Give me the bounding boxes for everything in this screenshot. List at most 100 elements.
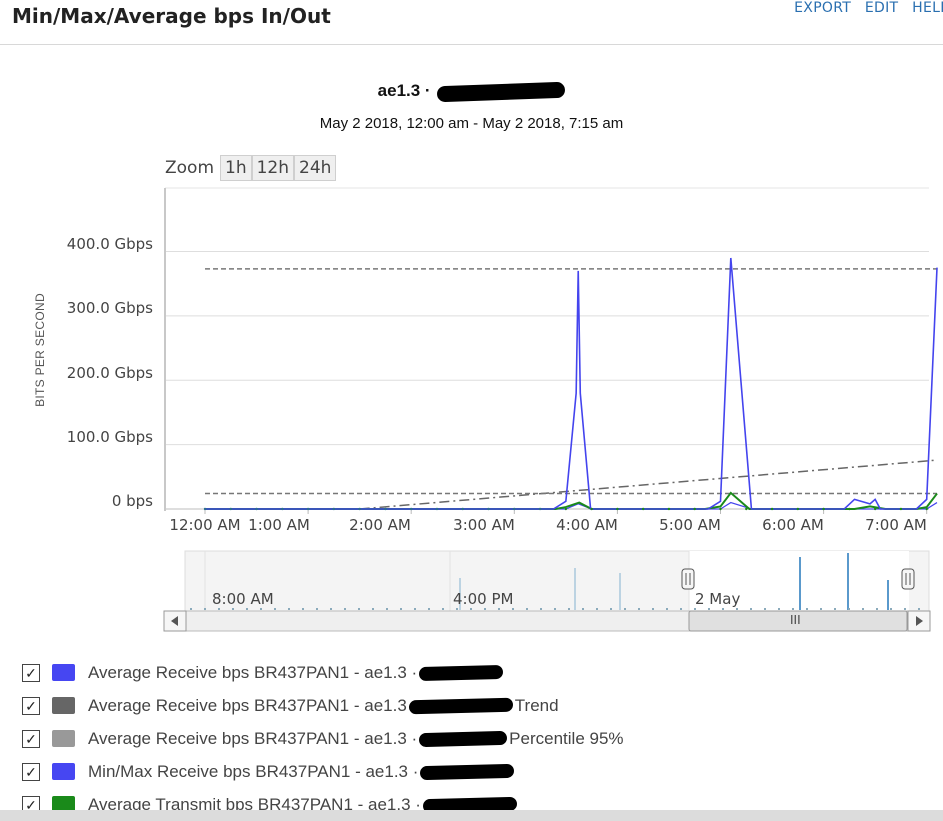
y-tick-label: 300.0 Gbps [66, 299, 153, 317]
data-point-marker [255, 507, 258, 511]
data-point-marker [384, 507, 387, 511]
navigator-dot [246, 608, 248, 610]
legend-checkbox[interactable]: ✓ [22, 696, 40, 715]
legend-suffix: Trend [514, 695, 559, 715]
navigator-dot [652, 608, 654, 610]
data-point-marker [899, 507, 903, 511]
navigator-dot [540, 608, 542, 610]
navigator-right-handle[interactable] [901, 568, 915, 590]
legend-swatch [52, 697, 75, 714]
navigator-dot [918, 608, 920, 610]
x-tick-label: 5:00 AM [659, 516, 721, 534]
chart-grid [165, 187, 929, 514]
navigator-dot [750, 608, 752, 610]
x-tick-label: 7:00 AM [865, 516, 927, 534]
legend-item[interactable]: ✓ Min/Max Receive bps BR437PAN1 - ae1.3 … [22, 755, 922, 788]
navigator-dot [526, 608, 528, 610]
navigator-dot [792, 608, 794, 610]
data-point-marker [564, 507, 568, 511]
chart-canvas [163, 187, 938, 632]
navigator-dot [778, 608, 780, 610]
navigator-dot [890, 608, 892, 610]
x-tick-label: 2:00 AM [349, 516, 411, 534]
navigator-dot [484, 608, 486, 610]
x-tick-label: 4:00 AM [556, 516, 618, 534]
data-point-marker [203, 507, 207, 511]
navigator-label: 8:00 AM [212, 590, 274, 608]
navigator-dot [708, 608, 710, 610]
navigator-dot [470, 608, 472, 610]
legend-item[interactable]: ✓ Average Receive bps BR437PAN1 - ae1.3 … [22, 722, 922, 755]
x-tick-label: 1:00 AM [248, 516, 310, 534]
data-point-marker [410, 507, 413, 511]
legend-label: Average Receive bps BR437PAN1 - ae1.3 · [88, 728, 418, 748]
navigator-dot [862, 608, 864, 610]
legend-checkbox[interactable]: ✓ [22, 729, 40, 748]
navigator-dot [358, 608, 360, 610]
y-tick-label: 100.0 Gbps [66, 428, 153, 446]
series-line [359, 459, 938, 510]
legend-swatch [52, 664, 75, 681]
navigator-dot [344, 608, 346, 610]
navigator-scrollbar[interactable] [163, 610, 931, 632]
data-point-marker [229, 507, 232, 511]
legend-swatch [52, 763, 75, 780]
navigator-dot [554, 608, 556, 610]
data-point-marker [925, 507, 928, 511]
redaction-mark [419, 664, 504, 681]
data-point-marker [306, 507, 310, 511]
navigator-dot [806, 608, 808, 610]
y-tick-label: 0 bps [111, 492, 153, 510]
data-point-marker [513, 507, 516, 511]
x-tick-label: 12:00 AM [169, 516, 241, 534]
navigator-dot [330, 608, 332, 610]
legend-item[interactable]: ✓ Average Receive bps BR437PAN1 - ae1.3 … [22, 689, 922, 722]
navigator-dot [288, 608, 290, 610]
legend-checkbox[interactable]: ✓ [22, 663, 40, 682]
navigator-label: 2 May [695, 590, 741, 608]
navigator-dot [442, 608, 444, 610]
series-line [205, 257, 938, 510]
y-tick-label: 400.0 Gbps [66, 235, 153, 253]
y-tick-label: 200.0 Gbps [66, 364, 153, 382]
data-point-marker [435, 507, 439, 511]
redaction-mark [408, 697, 513, 714]
navigator-dot [428, 608, 430, 610]
navigator-dot [904, 608, 906, 610]
series-layer [203, 257, 938, 511]
navigator-dot [694, 608, 696, 610]
data-point-marker [616, 507, 619, 511]
navigator-dot [624, 608, 626, 610]
y-axis-title: BITS PER SECOND [33, 293, 47, 407]
navigator-dot [386, 608, 388, 610]
legend-label: Average Receive bps BR437PAN1 - ae1.3 · [88, 662, 418, 682]
navigator-dot [400, 608, 402, 610]
redaction-mark [420, 763, 515, 780]
data-point-marker [796, 507, 800, 511]
navigator-dot [498, 608, 500, 610]
navigator-label: 4:00 PM [453, 590, 514, 608]
data-point-marker [538, 507, 542, 511]
navigator-dot [666, 608, 668, 610]
navigator-dot [218, 608, 220, 610]
navigator-dot [190, 608, 192, 610]
navigator-dot [260, 608, 262, 610]
data-point-marker [667, 507, 671, 511]
data-point-marker [822, 507, 825, 511]
navigator-dot [848, 608, 850, 610]
data-point-marker [693, 507, 696, 511]
navigator-left-handle[interactable] [681, 568, 695, 590]
legend-item[interactable]: ✓ Average Receive bps BR437PAN1 - ae1.3 … [22, 656, 922, 689]
navigator-dot [302, 608, 304, 610]
navigator-dot [876, 608, 878, 610]
navigator-dot [638, 608, 640, 610]
data-point-marker [487, 507, 490, 511]
navigator-dot [372, 608, 374, 610]
legend-checkbox[interactable]: ✓ [22, 762, 40, 781]
data-point-marker [848, 507, 851, 511]
legend-label: Min/Max Receive bps BR437PAN1 - ae1.3 · [88, 761, 419, 781]
navigator-dot [596, 608, 598, 610]
chart-legend: ✓ Average Receive bps BR437PAN1 - ae1.3 … [22, 656, 922, 821]
data-point-marker [590, 507, 593, 511]
bottom-scroll-edge [0, 810, 943, 821]
